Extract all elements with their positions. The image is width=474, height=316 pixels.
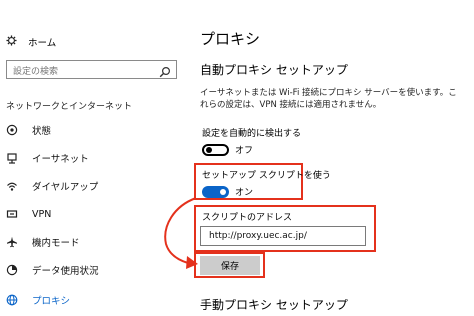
annotation-arrow — [164, 197, 198, 269]
sidebar-home-label: ホーム — [28, 38, 57, 49]
use-script-label: セットアップ スクリプトを使う — [202, 171, 331, 181]
search-icon[interactable] — [159, 63, 171, 82]
use-script-state: オン — [235, 188, 254, 198]
sidebar-item-label: プロキシ — [32, 296, 71, 307]
sidebar-item-label: 状態 — [32, 126, 52, 137]
script-address-label: スクリプトのアドレス — [202, 213, 293, 223]
toggle-knob — [206, 146, 212, 153]
sidebar-item-label: データ使用状況 — [32, 266, 99, 277]
toggle-knob — [220, 188, 226, 195]
vpn-icon — [6, 208, 22, 220]
sidebar-item-label: ダイヤルアップ — [32, 182, 99, 193]
sidebar-item-airplane[interactable]: 機内モード — [6, 234, 80, 250]
status-icon — [6, 124, 22, 136]
script-address-input[interactable]: http://proxy.uec.ac.jp/ — [200, 226, 366, 246]
search-input[interactable]: 設定の検索 — [6, 60, 177, 79]
description-text: イーサネットまたは Wi-Fi 接続にプロキシ サーバーを使います。これらの設定… — [200, 88, 457, 110]
sidebar-item-data-usage[interactable]: データ使用状況 — [6, 262, 99, 278]
airplane-icon — [6, 236, 22, 248]
auto-detect-state: オフ — [235, 146, 254, 156]
sidebar-section-label: ネットワークとインターネット — [6, 102, 133, 112]
sidebar-home[interactable]: ホーム — [6, 34, 56, 50]
save-button[interactable]: 保存 — [200, 256, 260, 275]
auto-detect-toggle[interactable] — [202, 143, 229, 156]
sidebar-item-status[interactable]: 状態 — [6, 122, 51, 138]
sidebar-item-label: イーサネット — [32, 154, 89, 165]
sidebar-item-dialup[interactable]: ダイヤルアップ — [6, 178, 98, 194]
globe-icon — [6, 294, 22, 306]
auto-proxy-section-title: 自動プロキシ セットアップ — [200, 63, 348, 77]
sidebar-item-label: 機内モード — [32, 238, 80, 249]
gear-icon — [6, 35, 22, 49]
sidebar-item-vpn[interactable]: VPN — [6, 206, 51, 222]
manual-proxy-section-title: 手動プロキシ セットアップ — [200, 298, 348, 312]
sidebar: ホーム 設定の検索 ネットワークとインターネット 状態 イーサネット ダイヤルア… — [0, 0, 186, 316]
ethernet-icon — [6, 152, 22, 164]
data-usage-icon — [6, 264, 22, 276]
use-script-toggle-row: オン — [202, 185, 253, 198]
page-title: プロキシ — [200, 30, 261, 48]
sidebar-item-label: VPN — [32, 208, 52, 220]
sidebar-item-proxy[interactable]: プロキシ — [6, 292, 70, 308]
use-script-toggle[interactable] — [202, 185, 229, 198]
auto-detect-label: 設定を自動的に検出する — [202, 129, 302, 139]
auto-detect-toggle-row: オフ — [202, 143, 253, 156]
dialup-icon — [6, 180, 22, 192]
sidebar-item-ethernet[interactable]: イーサネット — [6, 150, 89, 166]
search-placeholder: 設定の検索 — [13, 67, 59, 77]
